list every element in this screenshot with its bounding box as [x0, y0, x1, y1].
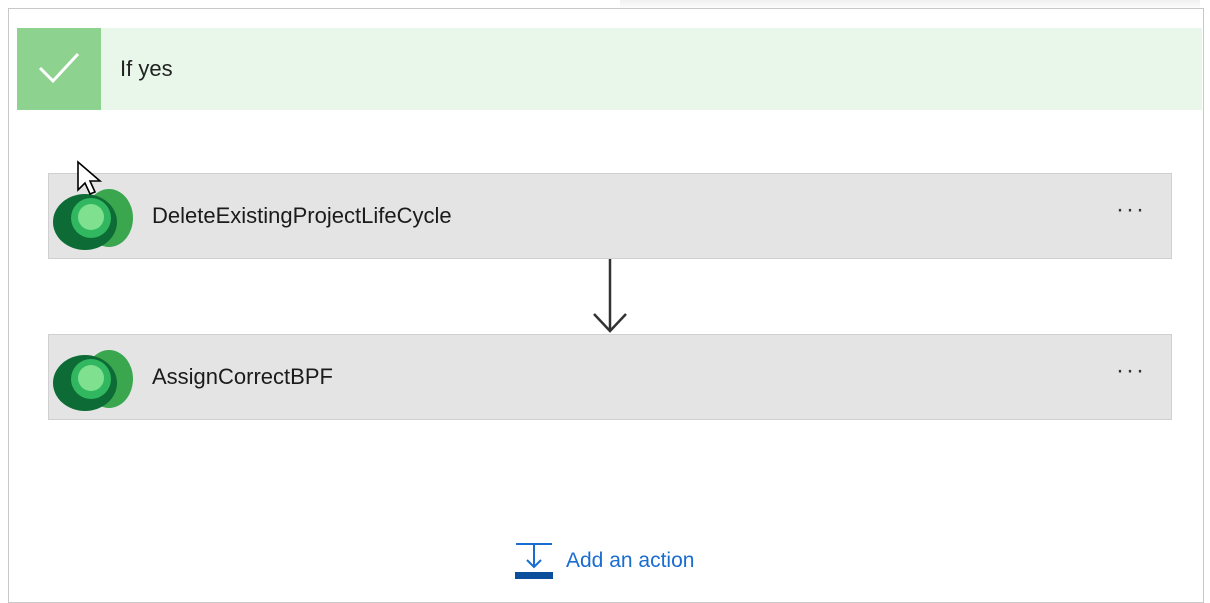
more-options-icon[interactable]: ···: [1109, 359, 1153, 391]
action-card-delete-existing-project-life-cycle[interactable]: DeleteExistingProjectLifeCycle ···: [48, 173, 1172, 259]
down-arrow-icon: [593, 259, 627, 333]
cursor-icon: [77, 160, 103, 196]
check-badge: [17, 28, 101, 110]
branch-header-if-yes[interactable]: If yes: [17, 28, 1202, 110]
add-action-button[interactable]: Add an action: [514, 541, 694, 581]
action-card-assign-correct-bpf[interactable]: AssignCorrectBPF ···: [48, 334, 1172, 420]
action-label: DeleteExistingProjectLifeCycle: [152, 203, 452, 228]
action-label: AssignCorrectBPF: [152, 364, 333, 389]
checkmark-icon: [38, 52, 80, 84]
dataverse-icon: [53, 350, 133, 411]
add-action-icon: [515, 543, 553, 579]
add-action-label: Add an action: [566, 549, 695, 572]
more-options-icon[interactable]: ···: [1109, 198, 1153, 230]
branch-title: If yes: [120, 56, 173, 81]
